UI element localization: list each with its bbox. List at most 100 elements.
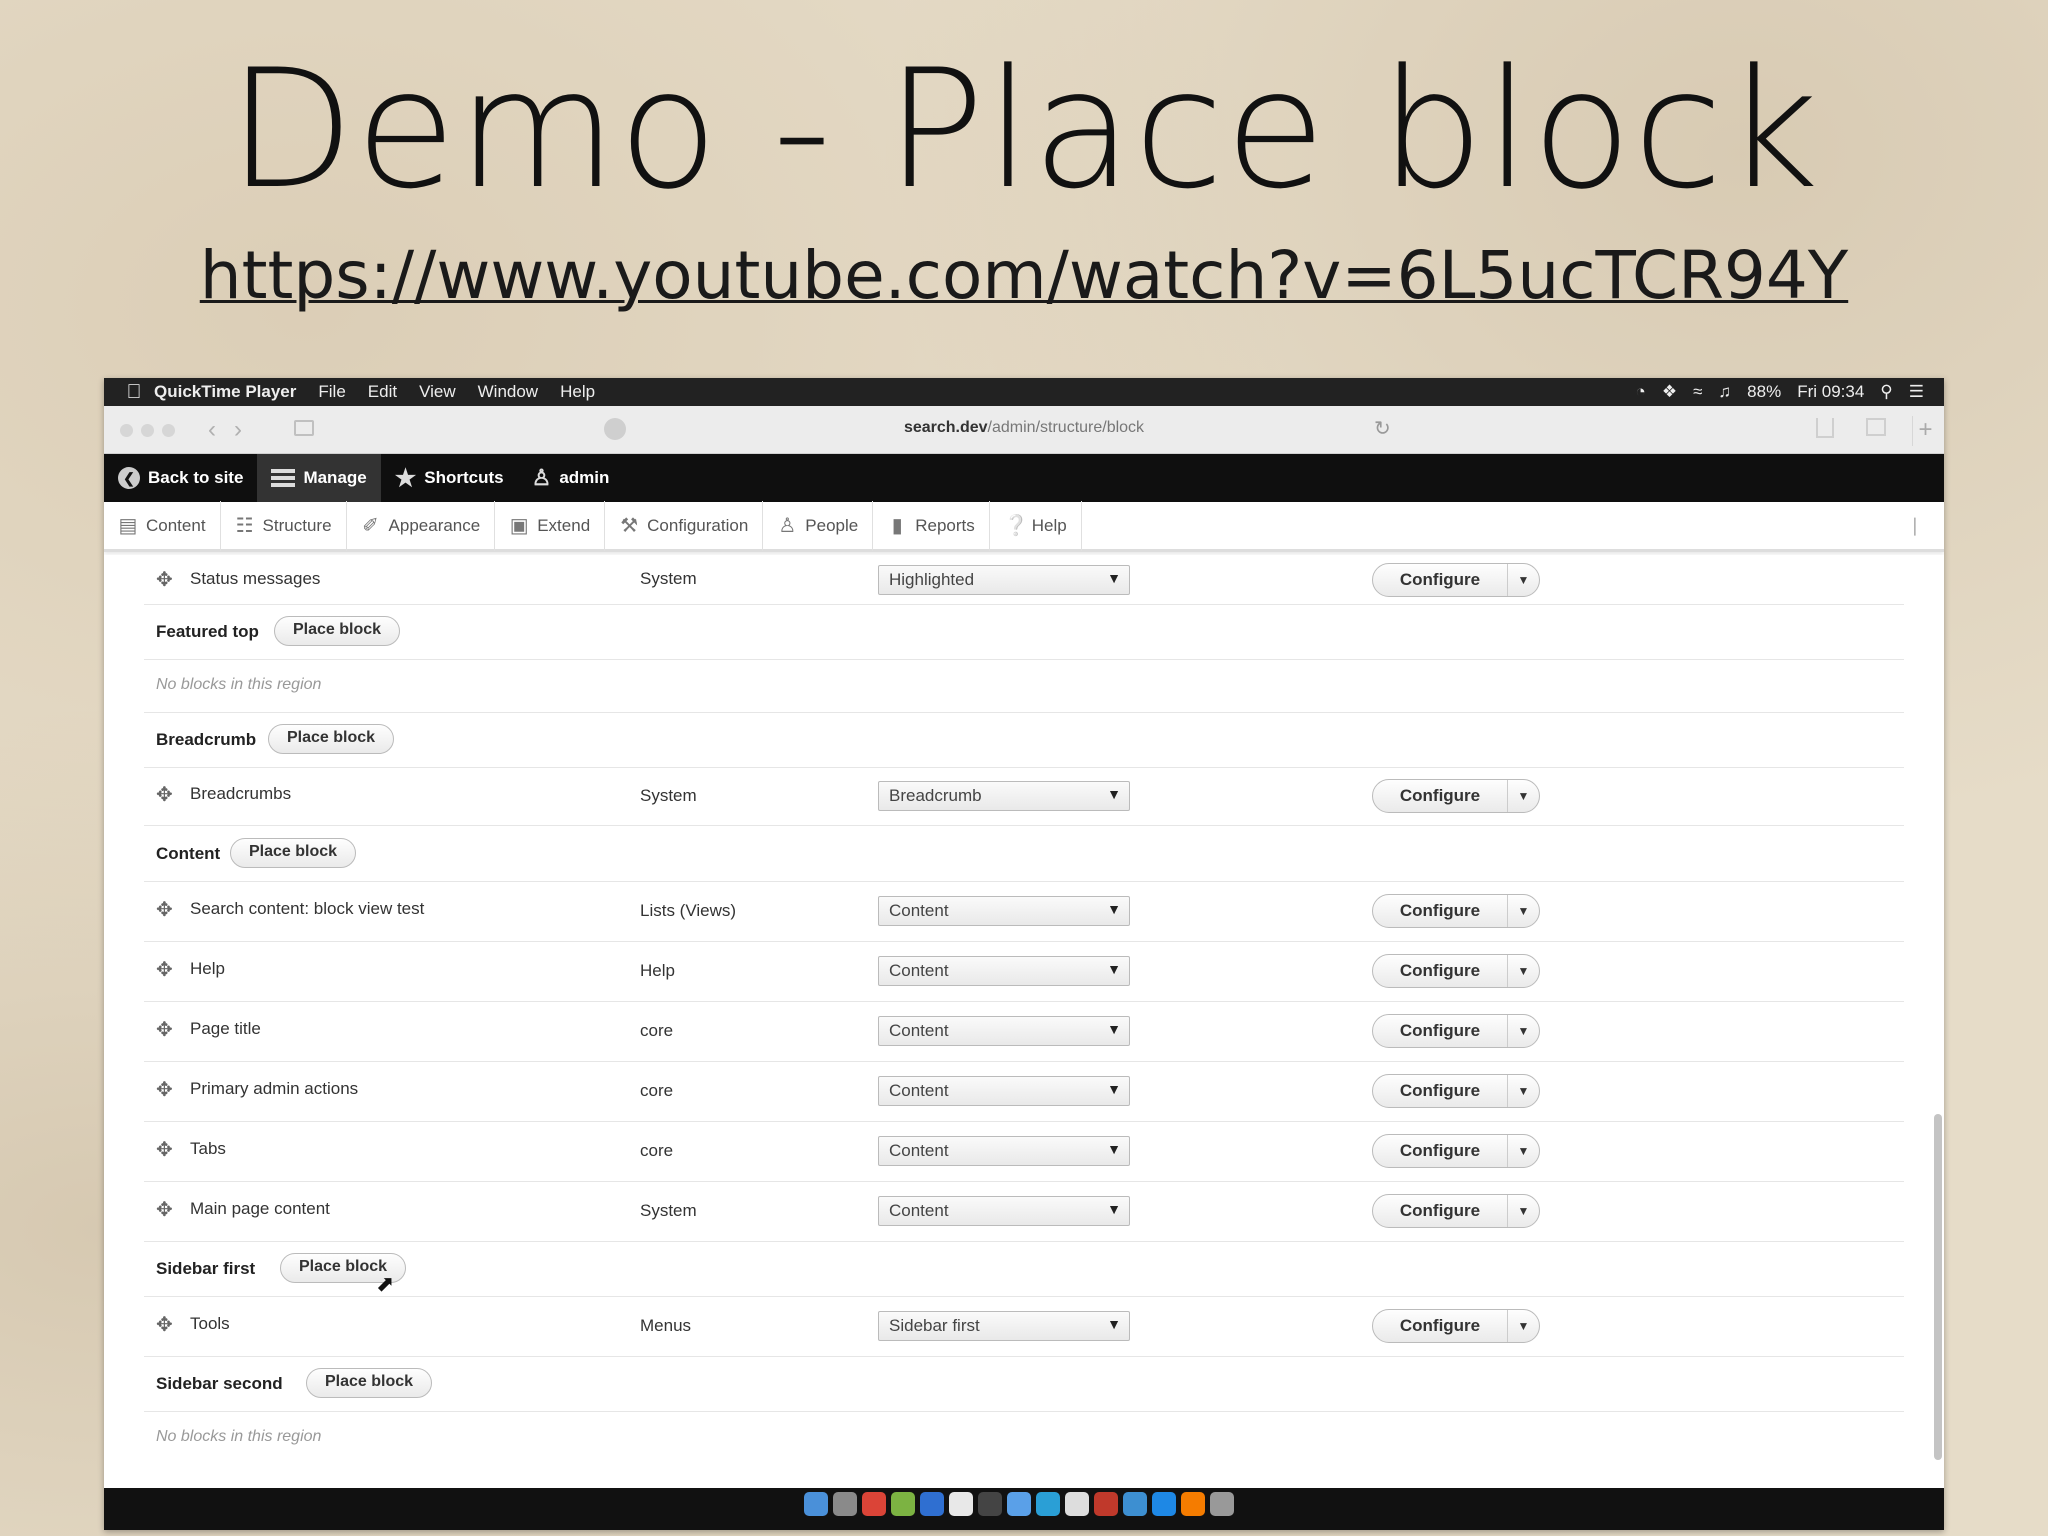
configure-button[interactable]: Configure ▼ [1372,954,1540,988]
calendar-icon[interactable] [1094,1492,1118,1516]
terminal-icon[interactable] [978,1492,1002,1516]
menu-file[interactable]: File [318,382,345,402]
tray-appearance[interactable]: ✐ Appearance [347,500,496,551]
configure-button[interactable]: Configure ▼ [1372,1014,1540,1048]
configure-button[interactable]: Configure ▼ [1372,563,1540,597]
dropbox-icon[interactable]: ❖ [1662,382,1677,402]
chevron-down-icon[interactable]: ▼ [1507,895,1539,927]
tray-help[interactable]: ❔ Help [990,500,1082,551]
chevron-down-icon[interactable]: ▼ [1507,564,1539,596]
telegram-icon[interactable] [1036,1492,1060,1516]
wifi-icon[interactable]: ≈ [1693,382,1702,402]
back-to-site-link[interactable]: ❮ Back to site [104,454,257,502]
region-select[interactable]: Highlighted ▼ [878,565,1130,595]
menu-edit[interactable]: Edit [368,382,397,402]
chevron-down-icon[interactable]: ▼ [1507,1310,1539,1342]
menu-help[interactable]: Help [560,382,595,402]
back-to-site-label: Back to site [148,468,244,487]
tray-structure[interactable]: ☷ Structure [221,500,347,551]
apple-icon[interactable]:  [114,381,154,404]
drag-handle-icon[interactable]: ✥ [156,1197,173,1222]
notification-center-icon[interactable]: ☰ [1909,382,1924,402]
drag-handle-icon[interactable]: ✥ [156,897,173,922]
manage-tab[interactable]: Manage [257,454,381,502]
clock[interactable]: Fri 09:34 [1797,382,1864,402]
user-tab[interactable]: ♙ admin [518,454,624,502]
configure-button[interactable]: Configure ▼ [1372,1134,1540,1168]
place-block-button[interactable]: Place block [268,724,395,754]
clock-icon[interactable] [949,1492,973,1516]
table-row: ✥ Primary admin actions core Content ▼ Co… [144,1062,1904,1122]
configure-button[interactable]: Configure ▼ [1372,894,1540,928]
menu-app-name[interactable]: QuickTime Player [154,382,296,402]
region-select[interactable]: Content ▼ [878,1136,1130,1166]
url-path: /admin/structure/block [987,419,1145,436]
chevron-down-icon[interactable]: ▼ [1507,1015,1539,1047]
battery-percent[interactable]: 88% [1747,382,1781,402]
finder-app-icon[interactable] [1007,1492,1031,1516]
address-bar[interactable]: search.dev/admin/structure/block [104,419,1944,437]
chevron-down-icon[interactable]: ▼ [1507,1195,1539,1227]
chevron-down-icon[interactable]: ▼ [1507,780,1539,812]
slide-link[interactable]: https://www.youtube.com/watch?v=6L5ucTCR… [0,236,2048,316]
tabs-overview-icon[interactable] [1866,418,1886,436]
preview-icon[interactable] [833,1492,857,1516]
reload-icon[interactable]: ↻ [1374,416,1391,441]
keynote-icon[interactable] [1123,1492,1147,1516]
app-icon[interactable] [891,1492,915,1516]
region-select[interactable]: Content ▼ [878,1196,1130,1226]
shortcuts-tab[interactable]: ★ Shortcuts [381,454,518,502]
drag-handle-icon[interactable]: ✥ [156,1312,173,1337]
menu-window[interactable]: Window [478,382,538,402]
region-select[interactable]: Content ▼ [878,896,1130,926]
tray-extend[interactable]: ▣ Extend [495,500,606,551]
place-block-button[interactable]: Place block [306,1368,433,1398]
drag-handle-icon[interactable]: ✥ [156,1017,173,1042]
share-icon[interactable] [1816,418,1834,438]
new-tab-button[interactable]: + [1912,416,1938,446]
finder-icon[interactable] [804,1492,828,1516]
configure-button[interactable]: Configure ▼ [1372,1309,1540,1343]
clock-app-icon[interactable]: ◔ [1636,382,1646,402]
drag-handle-icon[interactable]: ✥ [156,957,173,982]
phpstorm-icon[interactable] [1181,1492,1205,1516]
trash-icon[interactable] [1210,1492,1234,1516]
region-select[interactable]: Content ▼ [878,1016,1130,1046]
tray-orientation-icon[interactable]: ⎸ [1914,516,1932,537]
menu-view[interactable]: View [419,382,456,402]
bar-chart-icon: ▮ [891,515,903,537]
no-blocks-message: No blocks in this region [156,1428,322,1445]
chevron-down-icon[interactable]: ▼ [1507,955,1539,987]
configure-button[interactable]: Configure ▼ [1372,1194,1540,1228]
region-select-value: Highlighted [889,570,975,589]
chevron-down-icon[interactable]: ▼ [1507,1075,1539,1107]
time-icon[interactable] [1065,1492,1089,1516]
select-arrow-icon: ▼ [1107,961,1121,977]
place-block-button[interactable]: Place block [230,838,357,868]
tray-configuration[interactable]: ⚒ Configuration [605,500,764,551]
region-select[interactable]: Breadcrumb ▼ [878,781,1130,811]
region-select[interactable]: Content ▼ [878,956,1130,986]
configure-button[interactable]: Configure ▼ [1372,1074,1540,1108]
chevron-down-icon[interactable]: ▼ [1507,1135,1539,1167]
browser-icon[interactable] [1152,1492,1176,1516]
table-row: ✥ Help Help Content ▼ Configure ▼ [144,942,1904,1002]
drag-handle-icon[interactable]: ✥ [156,782,173,807]
tray-reports[interactable]: ▮ Reports [873,500,990,551]
volume-icon[interactable]: ♫ [1718,382,1731,402]
select-arrow-icon: ▼ [1107,1316,1121,1332]
drag-handle-icon[interactable]: ✥ [156,567,173,592]
url-host: search.dev [903,419,988,436]
region-select[interactable]: Sidebar first ▼ [878,1311,1130,1341]
chrome-icon[interactable] [862,1492,886,1516]
tray-content[interactable]: ▤ Content [104,500,221,551]
spotlight-icon[interactable]: ⚲ [1880,382,1892,402]
safari-icon[interactable] [920,1492,944,1516]
region-select[interactable]: Content ▼ [878,1076,1130,1106]
drag-handle-icon[interactable]: ✥ [156,1137,173,1162]
tray-people[interactable]: ♙ People [763,500,874,551]
configure-button[interactable]: Configure ▼ [1372,779,1540,813]
drag-handle-icon[interactable]: ✥ [156,1077,173,1102]
place-block-button[interactable]: Place block [274,616,401,646]
scrollbar[interactable] [1934,1114,1942,1460]
